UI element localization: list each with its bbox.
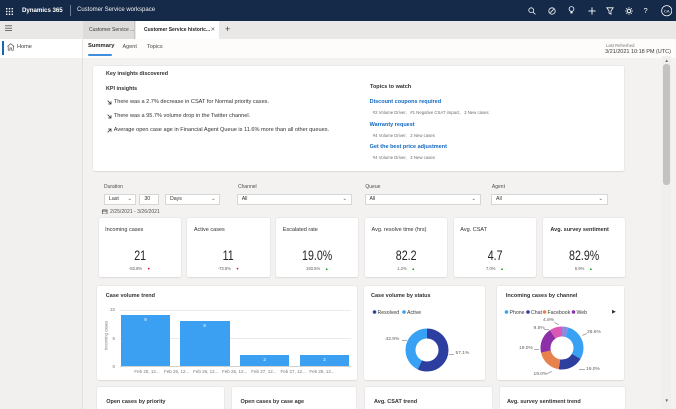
svg-text:Web: Web xyxy=(576,310,587,316)
svg-text:CA: CA xyxy=(663,8,669,13)
svg-text:Active: Active xyxy=(407,310,421,316)
svg-text:Chat: Chat xyxy=(531,310,543,316)
svg-text:Phone: Phone xyxy=(509,310,524,316)
svg-text:Facebook: Facebook xyxy=(547,310,570,316)
svg-text:Resolved: Resolved xyxy=(377,310,399,316)
